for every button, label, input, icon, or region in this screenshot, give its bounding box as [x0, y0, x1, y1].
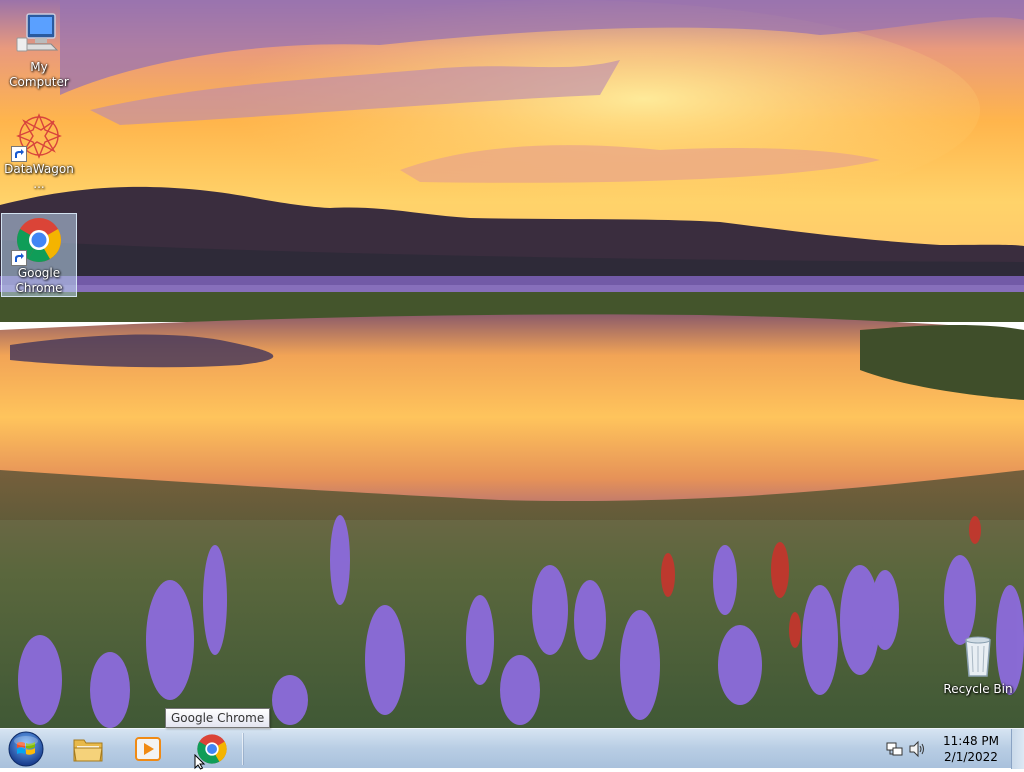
clock-time: 11:48 PM	[943, 734, 999, 748]
folder-icon	[73, 739, 103, 762]
taskbar-separator	[242, 733, 243, 765]
network-icon[interactable]	[886, 740, 904, 762]
desktop-icon-my-computer[interactable]: My Computer	[1, 8, 77, 89]
desktop-icon-label: Recycle Bin	[943, 682, 1013, 696]
volume-icon[interactable]	[908, 740, 926, 762]
notification-area: 11:48 PM 2/1/2022	[884, 729, 1024, 769]
clock-date: 2/1/2022	[944, 750, 998, 764]
desktop-icon-google-chrome[interactable]: Google Chrome	[1, 213, 77, 297]
taskbar-explorer-button[interactable]	[60, 731, 116, 767]
start-button[interactable]	[6, 730, 46, 768]
chrome-icon	[11, 216, 63, 266]
taskbar: 11:48 PM 2/1/2022	[0, 728, 1024, 769]
desktop-icon-label: DataWagon...	[4, 162, 74, 191]
desktop-icon-label: Google Chrome	[15, 266, 63, 295]
taskbar-media-player-button[interactable]	[120, 731, 176, 767]
shortcut-arrow-icon	[11, 250, 27, 266]
show-desktop-button[interactable]	[1011, 729, 1024, 769]
shortcut-arrow-icon	[11, 146, 27, 162]
tooltip: Google Chrome	[165, 708, 271, 728]
desktop[interactable]: My Computer DataWagon... Google Chrome R…	[0, 0, 1024, 728]
taskbar-chrome-button[interactable]	[184, 731, 240, 767]
media-player-icon	[135, 737, 161, 761]
wallpaper-landscape	[0, 0, 1024, 728]
desktop-icon-label: My Computer	[9, 60, 69, 89]
computer-icon	[15, 10, 63, 58]
clock[interactable]: 11:48 PM 2/1/2022	[936, 733, 1006, 765]
datawagon-icon	[11, 112, 63, 162]
desktop-icon-datawagon[interactable]: DataWagon...	[1, 110, 77, 191]
start-orb-icon	[8, 731, 44, 767]
recycle-bin-icon	[954, 632, 1002, 680]
desktop-icon-recycle-bin[interactable]: Recycle Bin	[938, 630, 1018, 700]
